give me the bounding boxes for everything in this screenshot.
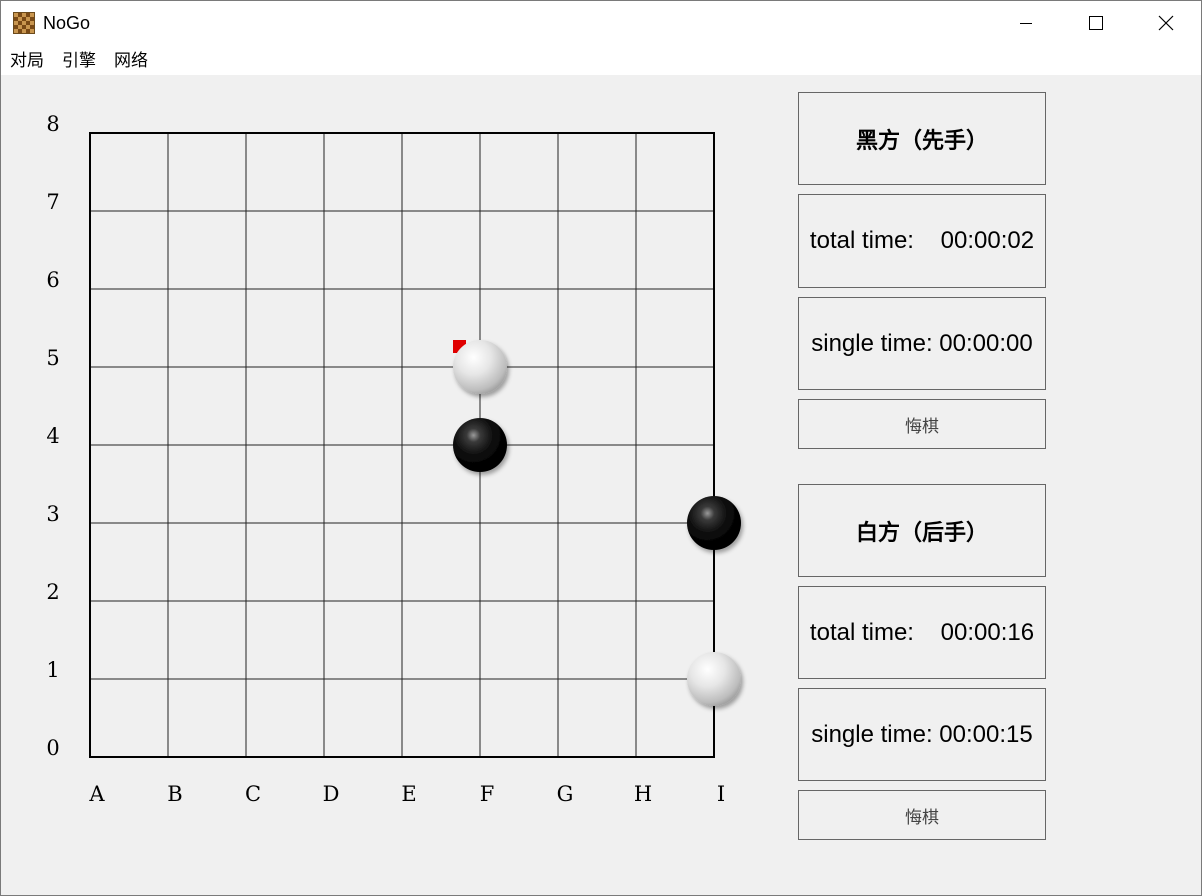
row-label: 4 [46,424,59,448]
minimize-button[interactable] [991,1,1061,45]
black-undo-label: 悔棋 [905,416,939,437]
black-single-time-box: single time: 00:00:00 [798,297,1046,390]
column-label: E [401,782,416,806]
board-grid [89,132,715,758]
white-total-time-box: total time: 00:00:16 [798,586,1046,679]
black-total-time: total time: 00:00:02 [809,227,1035,254]
column-labels: A B C D E F G H I [88,782,725,806]
black-player-title: 黑方（先手） [855,127,988,154]
menu-engine[interactable]: 引擎 [61,50,97,72]
close-icon [1158,15,1174,31]
row-label: 5 [46,346,59,370]
white-single-time: single time: 00:00:15 [811,720,1033,748]
board-icon [13,12,35,34]
black-undo-button[interactable]: 悔棋 [798,399,1046,449]
column-label: H [634,782,652,806]
column-label: D [323,782,340,806]
title-bar[interactable]: NoGo [1,1,1201,45]
column-label: F [480,782,495,806]
white-undo-label: 悔棋 [905,807,939,828]
column-label: C [245,782,261,806]
column-label: G [557,782,574,806]
column-label: A [88,782,105,806]
black-stone [687,496,741,550]
row-label: 3 [46,502,59,526]
maximize-icon [1089,16,1103,30]
white-player-panel: 白方（后手） [798,484,1046,577]
menu-network[interactable]: 网络 [113,50,149,72]
window-title: NoGo [43,13,91,33]
column-label: B [167,782,182,806]
black-stone [453,418,507,472]
row-label: 8 [46,112,59,136]
black-total-time-box: total time: 00:00:02 [798,194,1046,288]
menu-game[interactable]: 对局 [9,50,45,72]
row-label: 1 [46,658,59,682]
nogo-window: NoGo 对局 引擎 网络 8 7 6 5 4 3 2 1 0 A B C D … [0,0,1202,896]
row-label: 2 [46,580,59,604]
close-button[interactable] [1131,1,1201,45]
maximize-button[interactable] [1061,1,1131,45]
white-total-time: total time: 00:00:16 [809,618,1035,646]
row-label: 6 [46,268,59,292]
white-single-time-box: single time: 00:00:15 [798,688,1046,781]
row-label: 0 [46,736,59,760]
row-label: 7 [46,190,59,214]
column-label: I [717,782,725,806]
white-stone [687,652,741,706]
minimize-icon [1020,23,1032,24]
row-labels: 8 7 6 5 4 3 2 1 0 [46,112,59,760]
game-board[interactable]: 8 7 6 5 4 3 2 1 0 A B C D E F G H I [1,75,791,896]
white-stone [453,340,507,394]
white-player-title: 白方（后手） [855,519,988,546]
menu-bar: 对局 引擎 网络 [1,45,1201,75]
black-single-time: single time: 00:00:00 [811,329,1033,357]
white-undo-button[interactable]: 悔棋 [798,790,1046,840]
black-player-panel: 黑方（先手） [798,92,1046,185]
